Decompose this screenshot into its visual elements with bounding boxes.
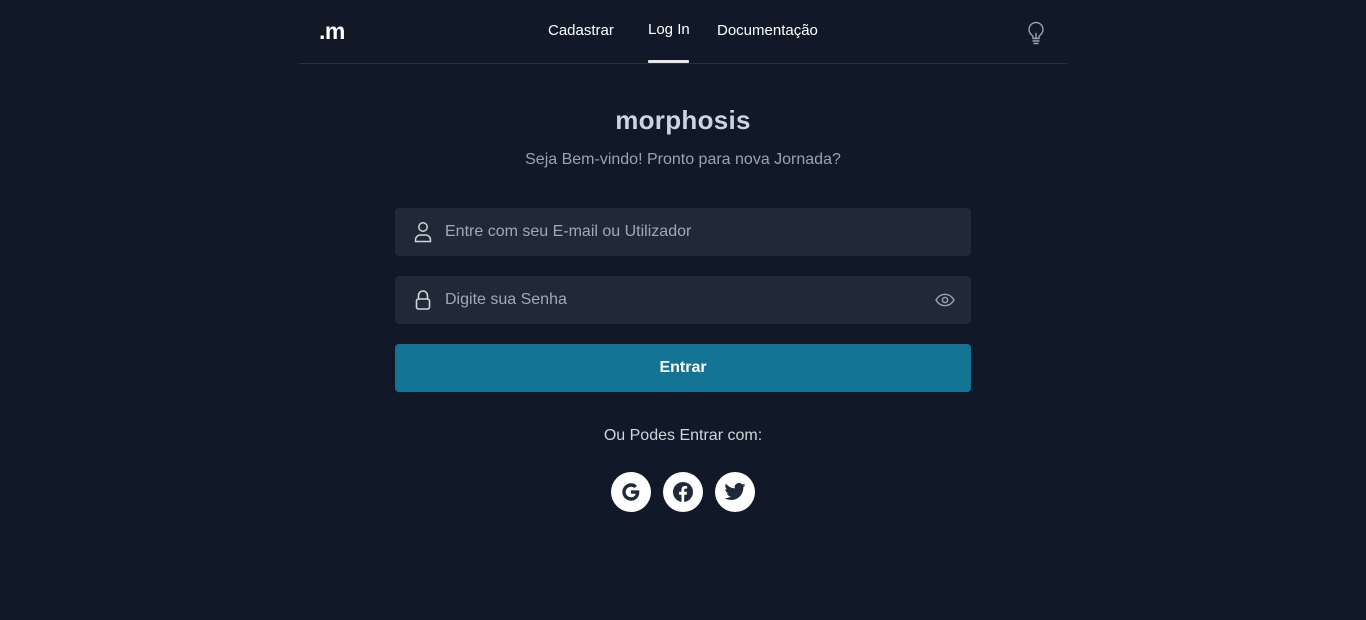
nav-link-login[interactable]: Log In (648, 21, 690, 38)
page-title: morphosis (615, 105, 751, 135)
user-icon (413, 221, 433, 243)
twitter-login-button[interactable] (715, 472, 755, 512)
theme-toggle-button[interactable] (1024, 20, 1048, 46)
lock-icon (413, 289, 433, 311)
lightbulb-icon (1028, 21, 1044, 45)
password-input[interactable] (445, 276, 925, 324)
facebook-login-button[interactable] (663, 472, 703, 512)
eye-icon[interactable] (935, 290, 955, 310)
user-field (395, 208, 971, 256)
nav-link-cadastrar[interactable]: Cadastrar (548, 22, 614, 39)
facebook-icon (673, 482, 693, 502)
main-nav: Cadastrar Log In Documentação (299, 0, 1067, 63)
top-navbar: .m Cadastrar Log In Documentação (299, 0, 1067, 64)
social-login-label: Ou Podes Entrar com: (603, 427, 763, 444)
twitter-icon (724, 483, 746, 500)
google-icon (622, 483, 640, 501)
password-field (395, 276, 971, 324)
page-subtitle: Seja Bem-vindo! Pronto para nova Jornada… (525, 151, 841, 168)
nav-link-documentacao[interactable]: Documentação (717, 22, 818, 39)
login-submit-button[interactable]: Entrar (395, 344, 971, 392)
google-login-button[interactable] (611, 472, 651, 512)
email-or-username-input[interactable] (445, 208, 925, 256)
active-tab-indicator (648, 60, 689, 63)
